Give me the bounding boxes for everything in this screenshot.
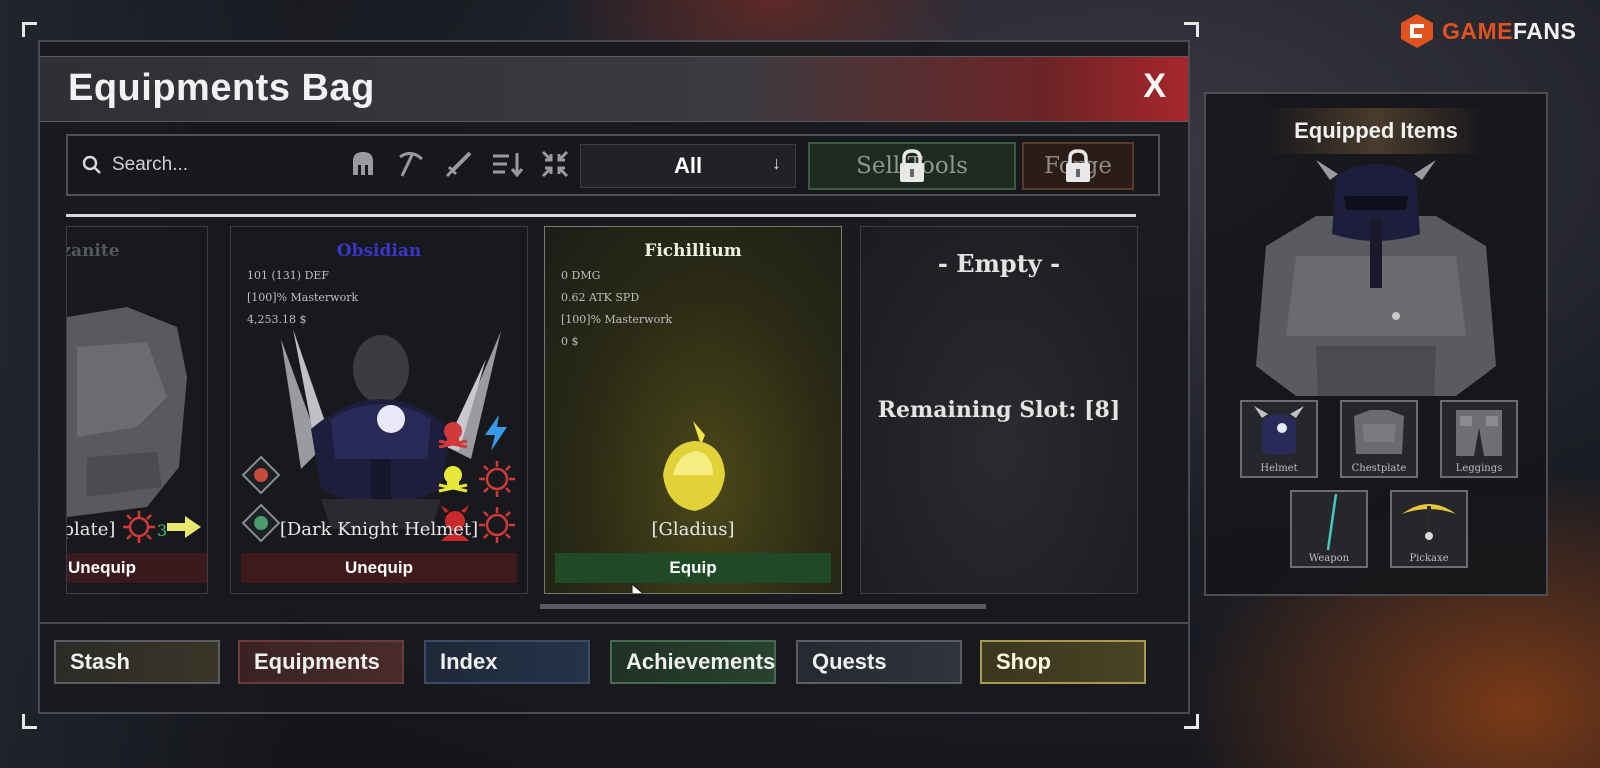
slot-pickaxe[interactable]: Pickaxe — [1390, 490, 1468, 568]
slot-leggings[interactable]: Leggings — [1440, 400, 1518, 478]
equipped-items-panel: Equipped Items Helmet Chestplate Legging… — [1204, 92, 1548, 596]
item-card-dark-knight-helmet[interactable]: Obsidian 101 (131) DEF [100]% Masterwork… — [230, 226, 528, 594]
lock-icon — [1066, 149, 1090, 182]
stat-masterwork: [100]% Masterwork — [561, 313, 673, 326]
equipped-title: Equipped Items — [1294, 118, 1458, 143]
horizontal-scrollbar[interactable] — [540, 604, 986, 609]
item-name: [Dark Knight Helmet] — [279, 519, 479, 540]
slot-label: Helmet — [1260, 463, 1298, 474]
helmet-icon[interactable] — [346, 146, 380, 182]
search-placeholder: Search... — [112, 154, 189, 175]
sword-icon[interactable] — [442, 146, 476, 182]
tab-achievements[interactable]: Achievements — [610, 640, 776, 684]
stat-dmg: 0 DMG — [561, 269, 601, 282]
item-card-chestplate[interactable]: Tanzanite [Chestplate] 3 Unequip — [66, 226, 208, 594]
frame-corner — [22, 714, 37, 729]
collapse-icon[interactable] — [538, 146, 572, 182]
slot-label: Weapon — [1308, 553, 1350, 564]
equipments-bag-window: Equipments Bag X Search... All ↓ Sell To… — [38, 40, 1190, 714]
gladius-image — [663, 421, 725, 511]
lock-icon — [900, 149, 924, 182]
category-selected: All — [673, 153, 703, 178]
sort-icon[interactable] — [490, 146, 524, 182]
forge-button[interactable]: Forge — [1022, 142, 1134, 190]
helmet-icon — [1254, 406, 1304, 455]
search-icon — [82, 155, 101, 174]
remaining-slots: Remaining Slot: [8] — [877, 397, 1121, 423]
slot-helmet[interactable]: Helmet — [1240, 400, 1318, 478]
lightning-icon — [485, 415, 507, 451]
tab-quests[interactable]: Quests — [796, 640, 962, 684]
debuff-gear-icon — [479, 461, 515, 497]
toolbar: Search... All ↓ Sell Tools — [66, 134, 1160, 196]
window-title: Equipments Bag — [68, 67, 375, 109]
stat-value: 0 $ — [561, 335, 579, 348]
leggings-icon — [1456, 410, 1502, 456]
action-label: Equip — [669, 558, 717, 577]
item-stats: 0 DMG 0.62 ATK SPD [100]% Masterwork 0 $ — [561, 265, 672, 353]
gamefans-logo: GAMEFANS — [1398, 12, 1576, 50]
rune-icon — [241, 455, 281, 495]
slot-weapon[interactable]: Weapon — [1290, 490, 1368, 568]
character-preview — [1256, 160, 1496, 396]
item-card-gladius[interactable]: Fichillium 0 DMG 0.62 ATK SPD [100]% Mas… — [544, 226, 842, 594]
stat-atk-spd: 0.62 ATK SPD — [561, 291, 640, 304]
items-carousel: Tanzanite [Chestplate] 3 Unequip — [66, 214, 1138, 610]
slot-label: Chestplate — [1351, 463, 1407, 474]
empty-label: - Empty - — [937, 249, 1061, 278]
unequip-button[interactable]: Unequip — [67, 553, 207, 583]
weapon-icon — [1326, 493, 1338, 551]
empty-slot-card: - Empty - Remaining Slot: [8] — [860, 226, 1138, 594]
logo-text: GAMEFANS — [1442, 17, 1577, 44]
frame-corner — [22, 22, 37, 37]
chestplate-icon — [1354, 410, 1404, 454]
sell-tools-button[interactable]: Sell Tools — [808, 142, 1016, 190]
close-button[interactable]: X — [1143, 67, 1166, 106]
arrow-right-icon — [167, 516, 201, 538]
pickaxe-icon[interactable] — [394, 146, 428, 182]
slot-label: Pickaxe — [1409, 553, 1449, 564]
pickaxe-icon — [1402, 504, 1456, 544]
unequip-button[interactable]: Unequip — [241, 553, 517, 583]
tab-equipments[interactable]: Equipments — [238, 640, 404, 684]
bottom-tabs: Stash Equipments Index Achievements Ques… — [40, 622, 1188, 714]
stat-masterwork: [100]% Masterwork — [247, 291, 359, 304]
item-name: [Gladius] — [651, 519, 735, 540]
item-material: Tanzanite — [67, 241, 120, 261]
cursor-icon — [631, 583, 644, 593]
debuff-gear-icon — [123, 511, 155, 543]
item-name: [Chestplate] — [66, 519, 116, 540]
tab-shop[interactable]: Shop — [980, 640, 1146, 684]
tab-index[interactable]: Index — [424, 640, 590, 684]
search-input[interactable]: Search... — [82, 150, 342, 180]
equip-button[interactable]: Equip — [555, 553, 831, 583]
chestplate-image — [67, 307, 187, 517]
poison-skull-icon — [438, 466, 468, 493]
gamefans-logo-icon — [1401, 14, 1433, 48]
slot-label: Leggings — [1455, 463, 1503, 474]
poison-skull-icon — [438, 422, 468, 449]
tab-stash[interactable]: Stash — [54, 640, 220, 684]
action-label: Unequip — [68, 558, 136, 577]
action-label: Unequip — [345, 558, 413, 577]
item-material: Obsidian — [336, 241, 422, 261]
item-material: Fichillium — [644, 241, 742, 261]
filter-icons — [346, 146, 572, 182]
category-dropdown[interactable]: All ↓ — [580, 144, 796, 188]
frame-corner — [1184, 714, 1199, 729]
slot-chestplate[interactable]: Chestplate — [1340, 400, 1418, 478]
frame-corner — [1184, 22, 1199, 37]
arrow-down-icon: ↓ — [772, 153, 781, 173]
stat-def: 101 (131) DEF — [247, 269, 330, 282]
title-bar: Equipments Bag X — [40, 56, 1188, 122]
